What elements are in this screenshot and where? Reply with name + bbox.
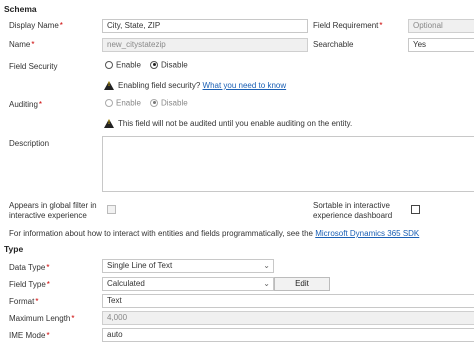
field-requirement-select[interactable]: Optional bbox=[408, 19, 474, 33]
radio-selected-icon bbox=[150, 98, 158, 107]
sortable-checkbox[interactable] bbox=[411, 205, 420, 214]
auditing-warning: This field will not be audited until you… bbox=[104, 119, 352, 129]
field-security-disable-option[interactable]: Disable bbox=[150, 60, 188, 69]
field-requirement-label: Field Requirement* bbox=[313, 21, 383, 30]
description-label: Description bbox=[9, 139, 50, 148]
edit-button[interactable]: Edit bbox=[274, 277, 330, 291]
radio-icon[interactable] bbox=[105, 60, 113, 69]
sortable-label: Sortable in interactive experience dashbo… bbox=[313, 201, 393, 220]
field-security-label: Field Security bbox=[9, 62, 58, 71]
ime-mode-select[interactable]: auto bbox=[102, 328, 474, 342]
max-length-input: 4,000 bbox=[102, 311, 474, 325]
field-type-label: Field Type* bbox=[9, 280, 50, 289]
chevron-down-icon: ⌄ bbox=[263, 279, 270, 288]
global-filter-checkbox bbox=[107, 205, 116, 214]
data-type-label: Data Type* bbox=[9, 263, 50, 272]
schema-section-title: Schema bbox=[4, 4, 37, 14]
name-input: new_citystatezip bbox=[102, 38, 308, 52]
dynamics-sdk-link[interactable]: Microsoft Dynamics 365 SDK bbox=[315, 229, 419, 238]
auditing-label: Auditing* bbox=[9, 100, 43, 109]
data-type-select[interactable]: Single Line of Text ⌄ bbox=[102, 259, 274, 273]
radio-icon bbox=[105, 98, 113, 107]
format-select[interactable]: Text bbox=[102, 294, 474, 308]
warning-icon bbox=[104, 81, 114, 91]
type-section-title: Type bbox=[4, 244, 24, 254]
auditing-enable-option: Enable bbox=[105, 98, 141, 107]
display-name-label: Display Name* bbox=[9, 21, 63, 30]
field-security-warning: Enabling field security? What you need t… bbox=[104, 81, 287, 91]
auditing-disable-option: Disable bbox=[150, 98, 188, 107]
chevron-down-icon: ⌄ bbox=[263, 261, 270, 270]
sdk-info-text: For information about how to interact wi… bbox=[9, 229, 420, 238]
searchable-label: Searchable bbox=[313, 40, 354, 49]
global-filter-label: Appears in global filter in interactive e… bbox=[9, 201, 97, 220]
display-name-input[interactable]: City, State, ZIP bbox=[102, 19, 308, 33]
what-you-need-to-know-link[interactable]: What you need to know bbox=[203, 81, 287, 90]
name-label: Name* bbox=[9, 40, 35, 49]
field-security-enable-option[interactable]: Enable bbox=[105, 60, 141, 69]
field-type-select[interactable]: Calculated ⌄ bbox=[102, 277, 274, 291]
warning-icon bbox=[104, 119, 114, 129]
ime-mode-label: IME Mode* bbox=[9, 331, 50, 340]
searchable-select[interactable]: Yes bbox=[408, 38, 474, 52]
radio-selected-icon[interactable] bbox=[150, 60, 158, 69]
max-length-label: Maximum Length* bbox=[9, 314, 75, 323]
format-label: Format* bbox=[9, 297, 39, 306]
description-textarea[interactable] bbox=[102, 136, 474, 192]
